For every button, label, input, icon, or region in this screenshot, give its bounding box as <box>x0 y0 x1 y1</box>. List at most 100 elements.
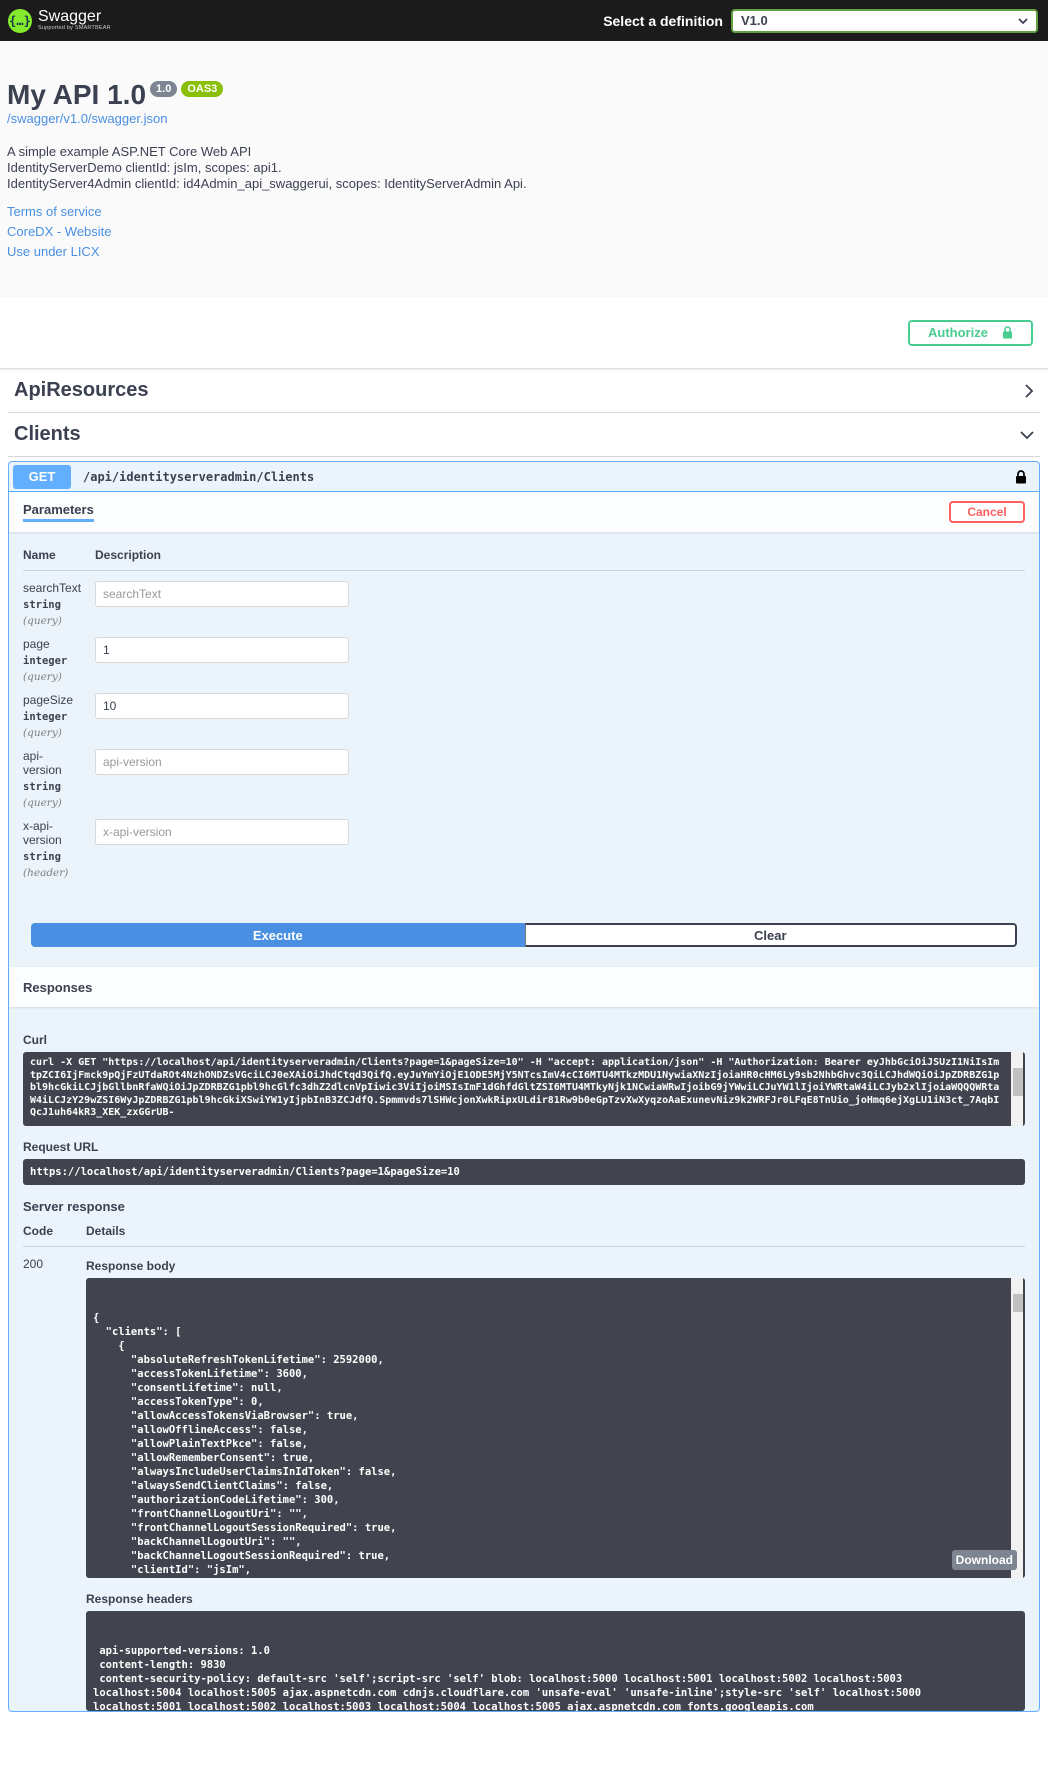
param-row-x-api-version: x-api- version string (header) <box>23 809 1025 879</box>
x-api-version-input[interactable] <box>95 819 349 845</box>
definition-select[interactable]: V1.0 <box>731 8 1038 33</box>
response-header-line: content-length: 9830 <box>93 1659 226 1671</box>
page-input[interactable] <box>95 637 349 663</box>
response-body-line: "clientId": "jsIm", <box>93 1564 252 1576</box>
response-body-text: { "clients": [ { "absoluteRefreshTokenLi… <box>93 1311 1018 1578</box>
response-body-label: Response body <box>86 1259 176 1273</box>
response-headers[interactable]: api-supported-versions: 1.0 content-leng… <box>86 1611 1025 1711</box>
cancel-button[interactable]: Cancel <box>949 501 1025 523</box>
terms-link[interactable]: Terms of service <box>7 204 1041 219</box>
api-description: A simple example ASP.NET Core Web API Id… <box>7 144 1041 192</box>
download-button[interactable]: Download <box>951 1550 1017 1570</box>
param-in: (query) <box>23 615 62 627</box>
website-link[interactable]: CoreDX - Website <box>7 224 1041 239</box>
description-line: IdentityServer4Admin clientId: id4Admin_… <box>7 176 527 191</box>
description-line: A simple example ASP.NET Core Web API <box>7 144 252 159</box>
api-info: My API 1.0 1.0 OAS3 /swagger/v1.0/swagge… <box>0 41 1048 297</box>
swagger-logo-icon: {…} <box>8 8 32 33</box>
swagger-logo[interactable]: {…} Swagger Supported by SMARTBEAR <box>8 8 111 33</box>
col-description: Description <box>95 548 162 562</box>
body-scroll-thumb[interactable] <box>1013 1294 1023 1312</box>
param-name: pageSize <box>23 693 74 707</box>
response-header-line: localhost:5004 localhost:5005 ajax.aspne… <box>93 1687 922 1699</box>
response-body-line: "backChannelLogoutUri": "", <box>93 1536 302 1548</box>
chevron-down-icon <box>1018 17 1028 24</box>
definition-label: Select a definition <box>603 12 723 29</box>
param-name: searchText <box>23 581 82 595</box>
response-headers-text: api-supported-versions: 1.0 content-leng… <box>93 1644 1018 1711</box>
parameters-table: Name Description searchText string (quer… <box>9 532 1039 879</box>
response-header-line: api-supported-versions: 1.0 <box>93 1645 271 1657</box>
license-link[interactable]: Use under LICX <box>7 244 1041 259</box>
response-code: 200 <box>23 1257 44 1271</box>
response-body-line: "clients": [ <box>93 1326 182 1338</box>
parameters-header: Parameters Cancel <box>9 492 1039 532</box>
definition-value: V1.0 <box>741 13 768 28</box>
searchtext-input[interactable] <box>95 581 349 607</box>
responses-header: Responses <box>9 967 1039 1007</box>
param-type: string <box>23 781 61 793</box>
response-body-line: "backChannelLogoutSessionRequired": true… <box>93 1550 391 1562</box>
brand-sub: Supported by SMARTBEAR <box>38 25 111 31</box>
page-title: My API 1.0 <box>7 79 147 110</box>
tab-parameters[interactable]: Parameters <box>23 502 94 522</box>
param-type: string <box>23 851 61 863</box>
response-body-line: "absoluteRefreshTokenLifetime": 2592000, <box>93 1354 384 1366</box>
tag-title: ApiResources <box>14 379 149 401</box>
responses-title: Responses <box>23 979 93 995</box>
chevron-down-icon <box>1020 430 1034 439</box>
curl-label: Curl <box>23 1033 47 1047</box>
response-header-line: localhost:5001 localhost:5002 localhost:… <box>93 1701 814 1711</box>
col-details: Details <box>86 1224 126 1238</box>
lock-icon <box>1002 326 1012 339</box>
response-body-line: { <box>93 1340 125 1352</box>
pagesize-input[interactable] <box>95 693 349 719</box>
tag-apiresources[interactable]: ApiResources <box>8 369 1040 413</box>
response-body-line: "accessTokenLifetime": 3600, <box>93 1368 308 1380</box>
col-name: Name <box>23 548 56 562</box>
param-row-pagesize: pageSize integer (query) <box>23 683 1025 739</box>
response-row: 200 Response body { "clients": [ { "abso… <box>23 1247 1025 1711</box>
operation-path: /api/identityserveradmin/Clients <box>83 469 315 484</box>
param-row-api-version: api- version string (query) <box>23 739 1025 809</box>
col-code: Code <box>23 1224 53 1238</box>
response-body-line: "authorizationCodeLifetime": 300, <box>93 1494 340 1506</box>
param-name-line: version <box>23 763 62 777</box>
request-url-box: https://localhost/api/identityserveradmi… <box>23 1159 1025 1185</box>
api-version-input[interactable] <box>95 749 349 775</box>
tag-clients[interactable]: Clients <box>8 413 1040 457</box>
param-type: integer <box>23 711 68 723</box>
response-body-line: "alwaysSendClientClaims": false, <box>93 1480 334 1492</box>
authorize-button[interactable]: Authorize <box>908 319 1033 346</box>
response-body-line: "frontChannelLogoutSessionRequired": tru… <box>93 1522 397 1534</box>
param-name-line: x-api- <box>23 819 54 833</box>
brand-name: Swagger <box>38 8 102 25</box>
param-in: (header) <box>23 867 69 879</box>
execute-button[interactable]: Execute <box>31 923 525 947</box>
spec-link[interactable]: /swagger/v1.0/swagger.json <box>7 111 1041 126</box>
curl-box[interactable]: curl -X GET "https://localhost/api/ident… <box>23 1052 1025 1126</box>
info-links: Terms of service CoreDX - Website Use un… <box>7 204 1041 259</box>
response-body-line: "allowOfflineAccess": false, <box>93 1424 308 1436</box>
lock-icon[interactable] <box>1015 469 1027 484</box>
chevron-right-icon <box>1025 383 1034 398</box>
description-line: IdentityServerDemo clientId: jsIm, scope… <box>7 160 282 175</box>
param-type: integer <box>23 655 68 667</box>
parameters-table-header: Name Description <box>23 548 1025 571</box>
response-body-line: "alwaysIncludeUserClaimsInIdToken": fals… <box>93 1466 397 1478</box>
response-header-line: content-security-policy: default-src 'se… <box>93 1673 903 1685</box>
param-name: page <box>23 637 50 651</box>
clear-button[interactable]: Clear <box>524 923 1017 947</box>
response-body-line: "frontChannelLogoutUri": "", <box>93 1508 308 1520</box>
execute-wrapper: Execute Clear <box>31 923 1017 947</box>
response-body-line: "consentLifetime": null, <box>93 1382 283 1394</box>
topbar: {…} Swagger Supported by SMARTBEAR Selec… <box>0 0 1048 41</box>
response-body-line: { <box>93 1312 100 1324</box>
body-scrollbar[interactable] <box>1011 1278 1023 1578</box>
curl-scroll-thumb[interactable] <box>1013 1068 1023 1096</box>
response-body[interactable]: { "clients": [ { "absoluteRefreshTokenLi… <box>86 1278 1025 1578</box>
param-in: (query) <box>23 671 62 683</box>
operation-summary[interactable]: GET /api/identityserveradmin/Clients <box>9 462 1039 492</box>
oas-badge: OAS3 <box>181 81 224 97</box>
definition-selector: Select a definition V1.0 <box>603 8 1038 33</box>
